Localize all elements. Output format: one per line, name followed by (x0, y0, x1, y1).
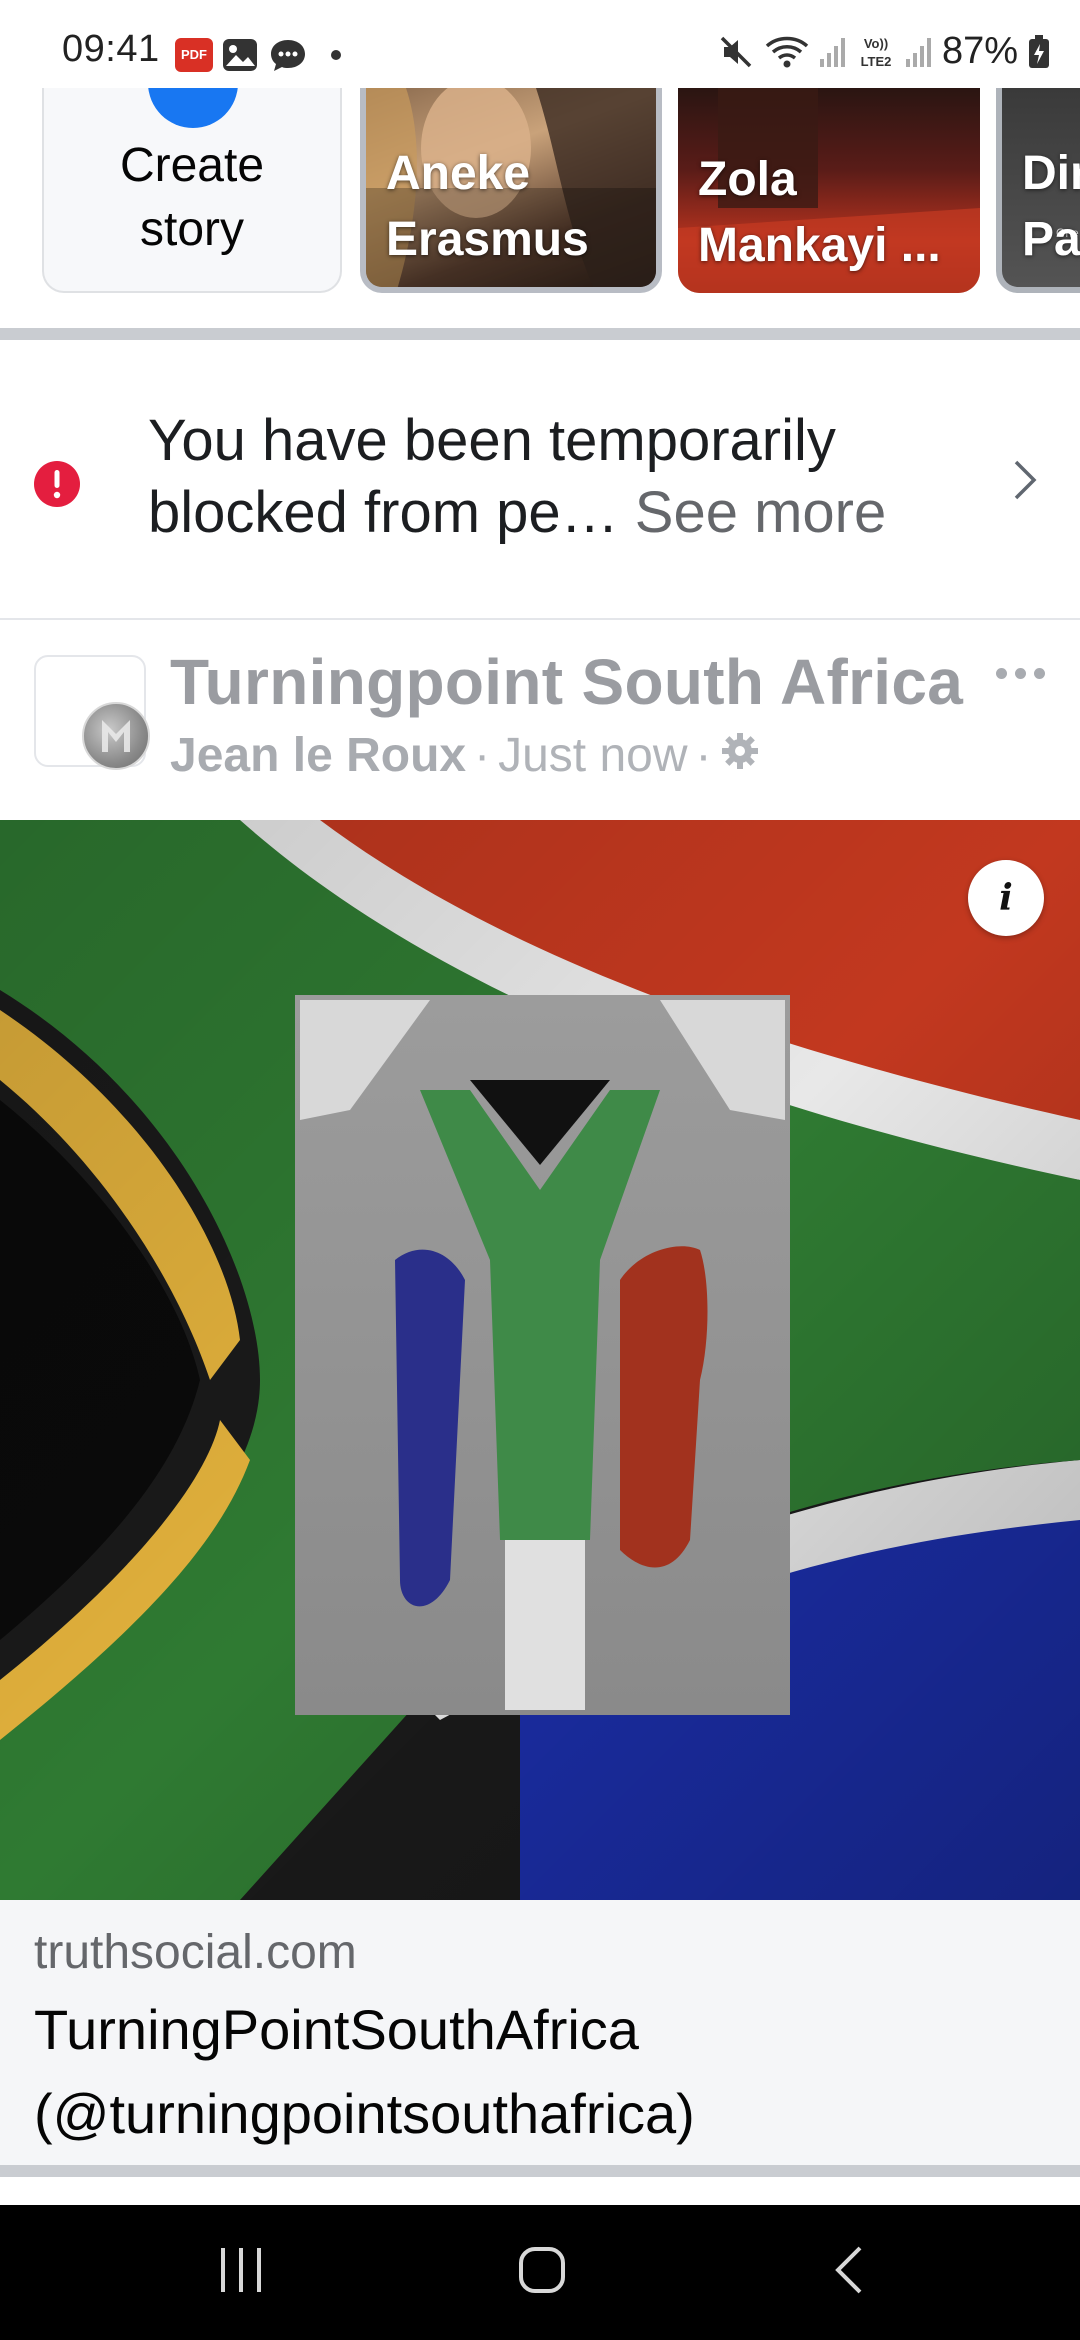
section-divider (0, 328, 1080, 340)
alert-icon (33, 460, 81, 513)
more-dots-icon[interactable] (996, 668, 1045, 679)
post-group-name[interactable]: Turningpoint South Africa (170, 645, 963, 719)
pdf-icon: PDF (175, 38, 213, 72)
info-button[interactable]: i (968, 860, 1044, 936)
gear-icon (720, 728, 760, 783)
signal-icon (905, 35, 932, 69)
gallery-icon (222, 38, 258, 72)
post-time[interactable]: Just now (498, 728, 687, 783)
author-avatar[interactable] (82, 702, 150, 770)
link-title[interactable]: TurningPointSouthAfrica (@turningpointso… (34, 1988, 834, 2156)
volte-icon: Vo)) LTE2 (856, 34, 896, 70)
chat-icon (270, 38, 306, 72)
create-story-text: Create story (119, 139, 265, 256)
story-name: Zola Mankayi ... (698, 153, 941, 272)
battery-text: 87% (941, 30, 1018, 72)
stories-row: Create story Aneke Erasmus Zola Mankayi … (0, 88, 1080, 328)
post-author[interactable]: Jean le Roux (170, 728, 466, 783)
link-domain: truthsocial.com (34, 1926, 357, 1979)
section-divider (0, 2165, 1080, 2177)
see-more-link[interactable]: See more (635, 480, 886, 545)
feed-gap (0, 2177, 1080, 2205)
plus-icon (148, 88, 238, 128)
meta-separator: · (695, 729, 712, 782)
home-icon[interactable] (518, 2240, 568, 2305)
signal-icon (819, 35, 846, 69)
recents-icon[interactable] (218, 2240, 264, 2305)
create-story-card[interactable]: Create story (42, 88, 342, 293)
story-card-dir[interactable]: One r Dir Pa (996, 88, 1080, 293)
story-name: Dir Pa (1022, 147, 1080, 266)
story-card-zola[interactable]: Zola Mankayi ... (678, 88, 980, 293)
svg-text:Vo)): Vo)) (864, 36, 888, 51)
sa-flag-image (0, 820, 1080, 1900)
create-story-label: Create story (44, 134, 340, 262)
status-bar: 09:41 PDF Vo)) LTE2 87% (0, 0, 1080, 88)
mute-icon (718, 34, 754, 70)
svg-text:LTE2: LTE2 (861, 54, 892, 69)
notice-text: You have been temporarily blocked from p… (148, 405, 948, 549)
chevron-right-icon[interactable] (1010, 458, 1040, 507)
back-icon[interactable] (830, 2240, 870, 2305)
post-image[interactable] (0, 820, 1080, 1900)
dot-icon (331, 50, 341, 60)
wifi-icon (764, 34, 810, 70)
status-right: Vo)) LTE2 87% (718, 30, 1050, 73)
avatar-emblem-icon (102, 720, 130, 752)
post-meta: Jean le Roux · Just now · (170, 728, 760, 783)
battery-icon (1028, 34, 1050, 69)
status-time: 09:41 (62, 28, 160, 70)
story-card-aneke[interactable]: Aneke Erasmus (360, 88, 662, 293)
meta-separator: · (474, 729, 491, 782)
story-name: Aneke Erasmus (386, 147, 589, 266)
